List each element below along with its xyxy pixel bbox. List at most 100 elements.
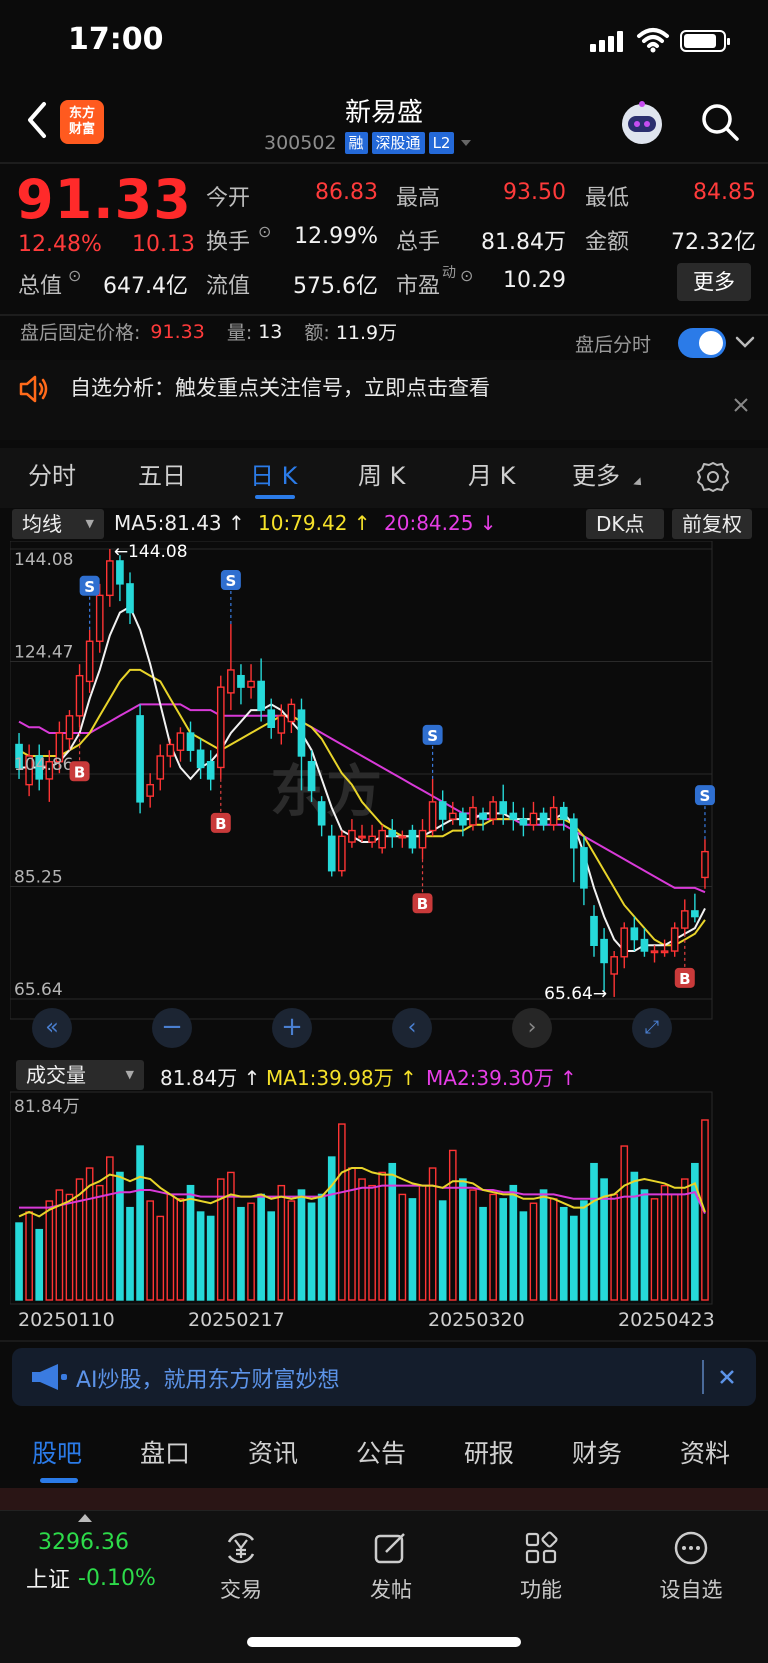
chart-period-tabs: 分时 五日 日 K 周 K 月 K 更多 [0,448,768,508]
candle-down [257,680,265,711]
candle-down [509,812,518,820]
nav-trade[interactable]: 交易 [196,1530,286,1604]
candle-down [519,818,528,826]
ai-promo-banner[interactable]: AI炒股，就用东方财富妙想 [12,1348,756,1406]
forum-preview-strip [0,1488,768,1510]
scroll-left-icon[interactable]: ‹ [392,1008,432,1048]
tab-daily-k[interactable]: 日 K [250,456,297,491]
tab-intraday[interactable]: 分时 [28,456,76,491]
ma-legend-row: 均线 ▼ MA5:81.43 ↑ 10:79.42 ↑ 20:84.25 ↓ D… [0,507,768,541]
date-label: 20250423 [618,1309,715,1331]
tab-more-caret-icon [633,477,645,489]
candle-up [146,783,155,797]
y-tick-label: 124.47 [14,643,73,663]
tab-announcements[interactable]: 公告 [356,1434,406,1470]
tab-monthly-k[interactable]: 月 K [468,456,515,491]
tab-news[interactable]: 资讯 [248,1434,298,1470]
nav-post[interactable]: 发帖 [346,1530,436,1604]
nav-add-watchlist[interactable]: 设自选 [646,1530,736,1604]
candle-up [489,801,497,820]
candle-down [438,801,447,820]
battery-icon [680,30,730,52]
ah-vol-label: 量: [226,322,253,344]
volume-value: 81.84万 [481,230,566,255]
zoom-in-icon[interactable]: + [272,1008,312,1048]
candle-down [237,674,245,688]
ah-amt: 11.9万 [335,322,398,344]
tab-financials[interactable]: 财务 [572,1434,622,1470]
candle-up [216,686,225,769]
signal-text: B [215,815,226,833]
tab-more[interactable]: 更多 [572,456,620,491]
mktcap-label: 总值 [18,274,63,299]
nav-add-watchlist-label: 设自选 [659,1578,723,1602]
tab-profile[interactable]: 资料 [680,1434,730,1470]
after-hours-toggle[interactable] [678,328,726,358]
candle-up [166,743,175,757]
pe-value: 10.29 [503,268,566,293]
volume-bar-down [509,1184,518,1301]
tab-five-day[interactable]: 五日 [138,456,186,491]
tab-orderbook[interactable]: 盘口 [140,1434,190,1470]
info-icon[interactable]: ⊙ [460,266,473,285]
candlestick-chart[interactable]: 东方 144.08124.47104.8685.2565.64←144.0865… [10,541,758,1055]
volume-chart[interactable]: 81.84万 20250110 20250217 20250320 20250423 [10,1088,758,1338]
min-price-label: 65.64→ [544,984,607,1004]
close-icon[interactable] [718,1368,736,1386]
volume-bar-up [398,1193,407,1301]
info-icon[interactable]: ⊙ [68,266,81,285]
volume-bar-up [146,1200,155,1301]
scroll-right-icon[interactable]: › [512,1008,552,1048]
pe-superscript: 动 [442,265,456,281]
candle-up [368,835,376,843]
volume-value-label: 81.84万 ↑ [160,1066,261,1090]
nav-trade-label: 交易 [220,1578,262,1602]
volume-bar-down [438,1200,447,1301]
candle-up [529,812,538,826]
vol-ma2-label: MA2:39.30万 ↑ [426,1066,577,1090]
volume-bar-down [186,1184,195,1301]
last-price: 91.33 [16,168,192,231]
candle-up [650,950,659,954]
dk-point-button[interactable]: DK点 [586,509,664,539]
close-icon[interactable] [732,396,750,414]
index-summary[interactable]: 上证 -0.10% [26,1562,156,1594]
adjust-button[interactable]: 前复权 [672,509,752,539]
volume-indicator-select[interactable]: 成交量 ▼ [16,1060,144,1090]
scroll-start-icon[interactable]: « [32,1008,72,1048]
tab-research[interactable]: 研报 [464,1434,514,1470]
pe-label: 市盈 [396,274,441,299]
ma10-label: 10:79.42 ↑ [258,511,371,535]
chevron-down-icon[interactable] [734,334,756,350]
gear-icon[interactable] [696,460,730,494]
index-value[interactable]: 3296.36 [38,1530,129,1555]
volume-bar-down [126,1206,134,1301]
indicator-select[interactable]: 均线 ▼ [12,509,104,539]
y-tick-label: 65.64 [14,980,63,1000]
search-icon[interactable] [700,102,740,142]
nav-functions[interactable]: 功能 [496,1530,586,1604]
info-icon[interactable]: ⊙ [258,222,271,241]
candle-down [630,927,639,941]
candle-up [247,680,255,688]
chart-controls: « − + ‹ › ⤢ [32,1008,672,1048]
volume-bar-up [448,1149,457,1301]
ai-assistant-robot-icon[interactable] [618,100,666,146]
stock-subtitle[interactable]: 300502 融 深股通 L2 [264,132,474,154]
megaphone-icon [32,1364,67,1390]
volume-bar-up [489,1193,497,1301]
notice-text[interactable]: 自选分析：触发重点关注信号，立即点击查看 [70,372,490,402]
candle-up [418,829,427,849]
expand-caret-icon[interactable] [78,1514,92,1522]
more-button[interactable]: 更多 [677,263,751,301]
tab-forum[interactable]: 股吧 [32,1434,82,1470]
index-name: 上证 [26,1568,71,1593]
volume-bar-up [660,1184,669,1301]
float-value: 575.6亿 [293,274,378,299]
fullscreen-icon[interactable]: ⤢ [632,1008,672,1048]
candle-up [620,927,629,958]
volume-bar-up [156,1215,165,1301]
turnover-value: 12.99% [294,224,378,249]
zoom-out-icon[interactable]: − [152,1008,192,1048]
tab-weekly-k[interactable]: 周 K [358,456,405,491]
